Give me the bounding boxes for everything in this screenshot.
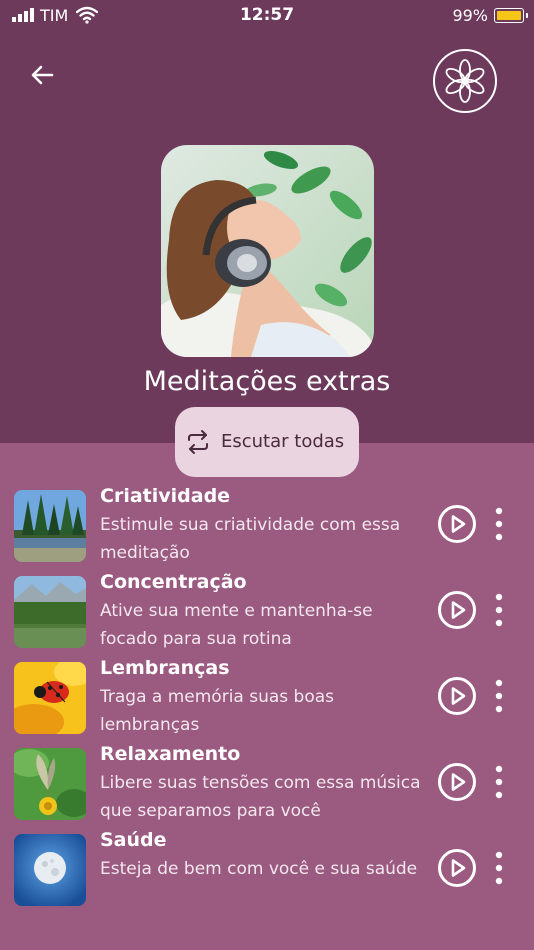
list-item[interactable]: Concentração Ative sua mente e mantenha-… [0, 568, 534, 654]
more-options-icon[interactable] [491, 506, 507, 542]
thumbnail-forest-lake [14, 490, 86, 562]
more-options-icon[interactable] [491, 850, 507, 886]
play-icon[interactable] [437, 762, 477, 802]
flower-logo-icon[interactable] [433, 49, 497, 113]
play-icon[interactable] [437, 504, 477, 544]
play-icon[interactable] [437, 848, 477, 888]
item-description: Esteja de bem com você e sua saúde [100, 859, 418, 879]
listen-all-label: Escutar todas [221, 431, 345, 452]
item-title: Relaxamento [100, 743, 241, 765]
more-options-icon[interactable] [491, 678, 507, 714]
item-description: Estimule sua criatividade com essa medit… [100, 515, 401, 563]
more-options-icon[interactable] [491, 764, 507, 800]
more-options-icon[interactable] [491, 592, 507, 628]
repeat-icon [188, 430, 208, 454]
item-description: Traga a memória suas boas lembranças [100, 687, 335, 735]
item-description: Libere suas tensões com essa música que … [100, 773, 421, 821]
battery-icon [494, 8, 528, 23]
item-title: Lembranças [100, 657, 230, 679]
arrow-left-icon[interactable] [28, 60, 58, 90]
status-bar: TIM 12:57 99% [0, 0, 534, 32]
item-title: Concentração [100, 571, 247, 593]
item-title: Saúde [100, 829, 167, 851]
list-item[interactable]: Lembranças Traga a memória suas boas lem… [0, 654, 534, 740]
play-icon[interactable] [437, 590, 477, 630]
play-icon[interactable] [437, 676, 477, 716]
thumbnail-ladybug [14, 662, 86, 734]
playlist-title: Meditações extras [143, 366, 391, 397]
list-item[interactable]: Relaxamento Libere suas tensões com essa… [0, 740, 534, 826]
battery-percent: 99% [452, 6, 488, 25]
thumbnail-butterfly-flower [14, 748, 86, 820]
list-item[interactable]: Saúde Esteja de bem com você e sua saúde [0, 826, 534, 912]
thumbnail-mountain-lake [14, 576, 86, 648]
item-description: Ative sua mente e mantenha-se focado par… [100, 601, 373, 649]
item-title: Criatividade [100, 485, 231, 507]
listen-all-button[interactable]: Escutar todas [175, 407, 359, 477]
thumbnail-moon [14, 834, 86, 906]
playlist-cover-image [161, 145, 374, 357]
list-item[interactable]: Criatividade Estimule sua criatividade c… [0, 482, 534, 568]
